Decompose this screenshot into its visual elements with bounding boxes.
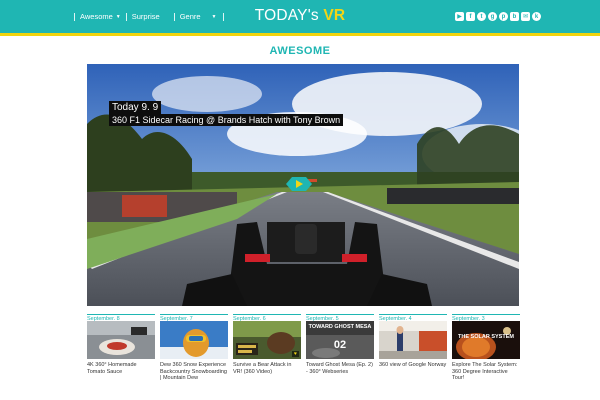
video-thumbnail[interactable] [379, 321, 447, 359]
featured-title[interactable]: 360 F1 Sidecar Racing @ Brands Hatch wit… [109, 114, 344, 126]
video-date: September. 8 [87, 314, 155, 322]
video-date: September. 4 [379, 314, 447, 322]
play-button[interactable] [285, 174, 313, 194]
play-icon [286, 177, 312, 191]
video-card[interactable]: September. 3 THE SOLAR SYSTEM Explore Th… [452, 314, 520, 382]
twitter-icon[interactable]: t [477, 12, 486, 21]
video-thumbnail[interactable]: TOWARD GHOST MESA 02 [306, 321, 374, 359]
thumbnail-overlay-text: THE SOLAR SYSTEM [458, 334, 514, 340]
mail-icon[interactable]: ✉ [521, 12, 530, 21]
video-card[interactable]: September. 6 ♥ Survive a Bear Attack in … [233, 314, 301, 375]
video-caption[interactable]: Explore The Solar System: 360 Degree Int… [452, 362, 520, 382]
video-date: September. 5 [306, 314, 374, 322]
video-thumbnail[interactable]: ♥ [233, 321, 301, 359]
video-thumbnail[interactable] [87, 321, 155, 359]
video-caption[interactable]: Survive a Bear Attack in VR! (360 Video) [233, 362, 301, 375]
logo-text: TODAY's [254, 7, 319, 24]
thumbnail-episode-number: 02 [333, 339, 347, 351]
top-bar-stripe [0, 33, 600, 36]
google-plus-icon[interactable]: g [488, 12, 497, 21]
video-card[interactable]: September. 8 4K 360° Homemade Tomato Sau… [87, 314, 155, 375]
video-thumbnail[interactable]: THE SOLAR SYSTEM [452, 321, 520, 359]
rating-badge: ♥ [292, 351, 299, 357]
youtube-icon[interactable]: ▶ [455, 12, 464, 21]
video-thumbnail[interactable] [160, 321, 228, 359]
video-caption[interactable]: Toward Ghost Mesa (Ep. 2) - 360° Webseri… [306, 362, 374, 375]
section-title: AWESOME [269, 45, 331, 57]
video-card[interactable]: September. 7 Dew 360 Snow Experience Bac… [160, 314, 228, 382]
pinterest-icon[interactable]: p [499, 12, 508, 21]
video-card[interactable]: September. 5 TOWARD GHOST MESA 02 Toward… [306, 314, 374, 375]
social-links: ▶ f t g p b ✉ k [455, 12, 541, 21]
video-date: September. 7 [160, 314, 228, 322]
featured-date: Today 9. 9 [109, 101, 162, 114]
logo-text-accent: VR [323, 7, 346, 24]
thumbnail-overlay-text: TOWARD GHOST MESA [308, 324, 372, 330]
video-card[interactable]: September. 4 360 view of Google Norway [379, 314, 447, 369]
video-caption[interactable]: 4K 360° Homemade Tomato Sauce [87, 362, 155, 375]
video-caption[interactable]: Dew 360 Snow Experience Backcountry Snow… [160, 362, 228, 382]
video-caption[interactable]: 360 view of Google Norway [379, 362, 447, 369]
kakao-icon[interactable]: k [532, 12, 541, 21]
blog-icon[interactable]: b [510, 12, 519, 21]
video-date: September. 3 [452, 314, 520, 322]
video-date: September. 6 [233, 314, 301, 322]
facebook-icon[interactable]: f [466, 12, 475, 21]
